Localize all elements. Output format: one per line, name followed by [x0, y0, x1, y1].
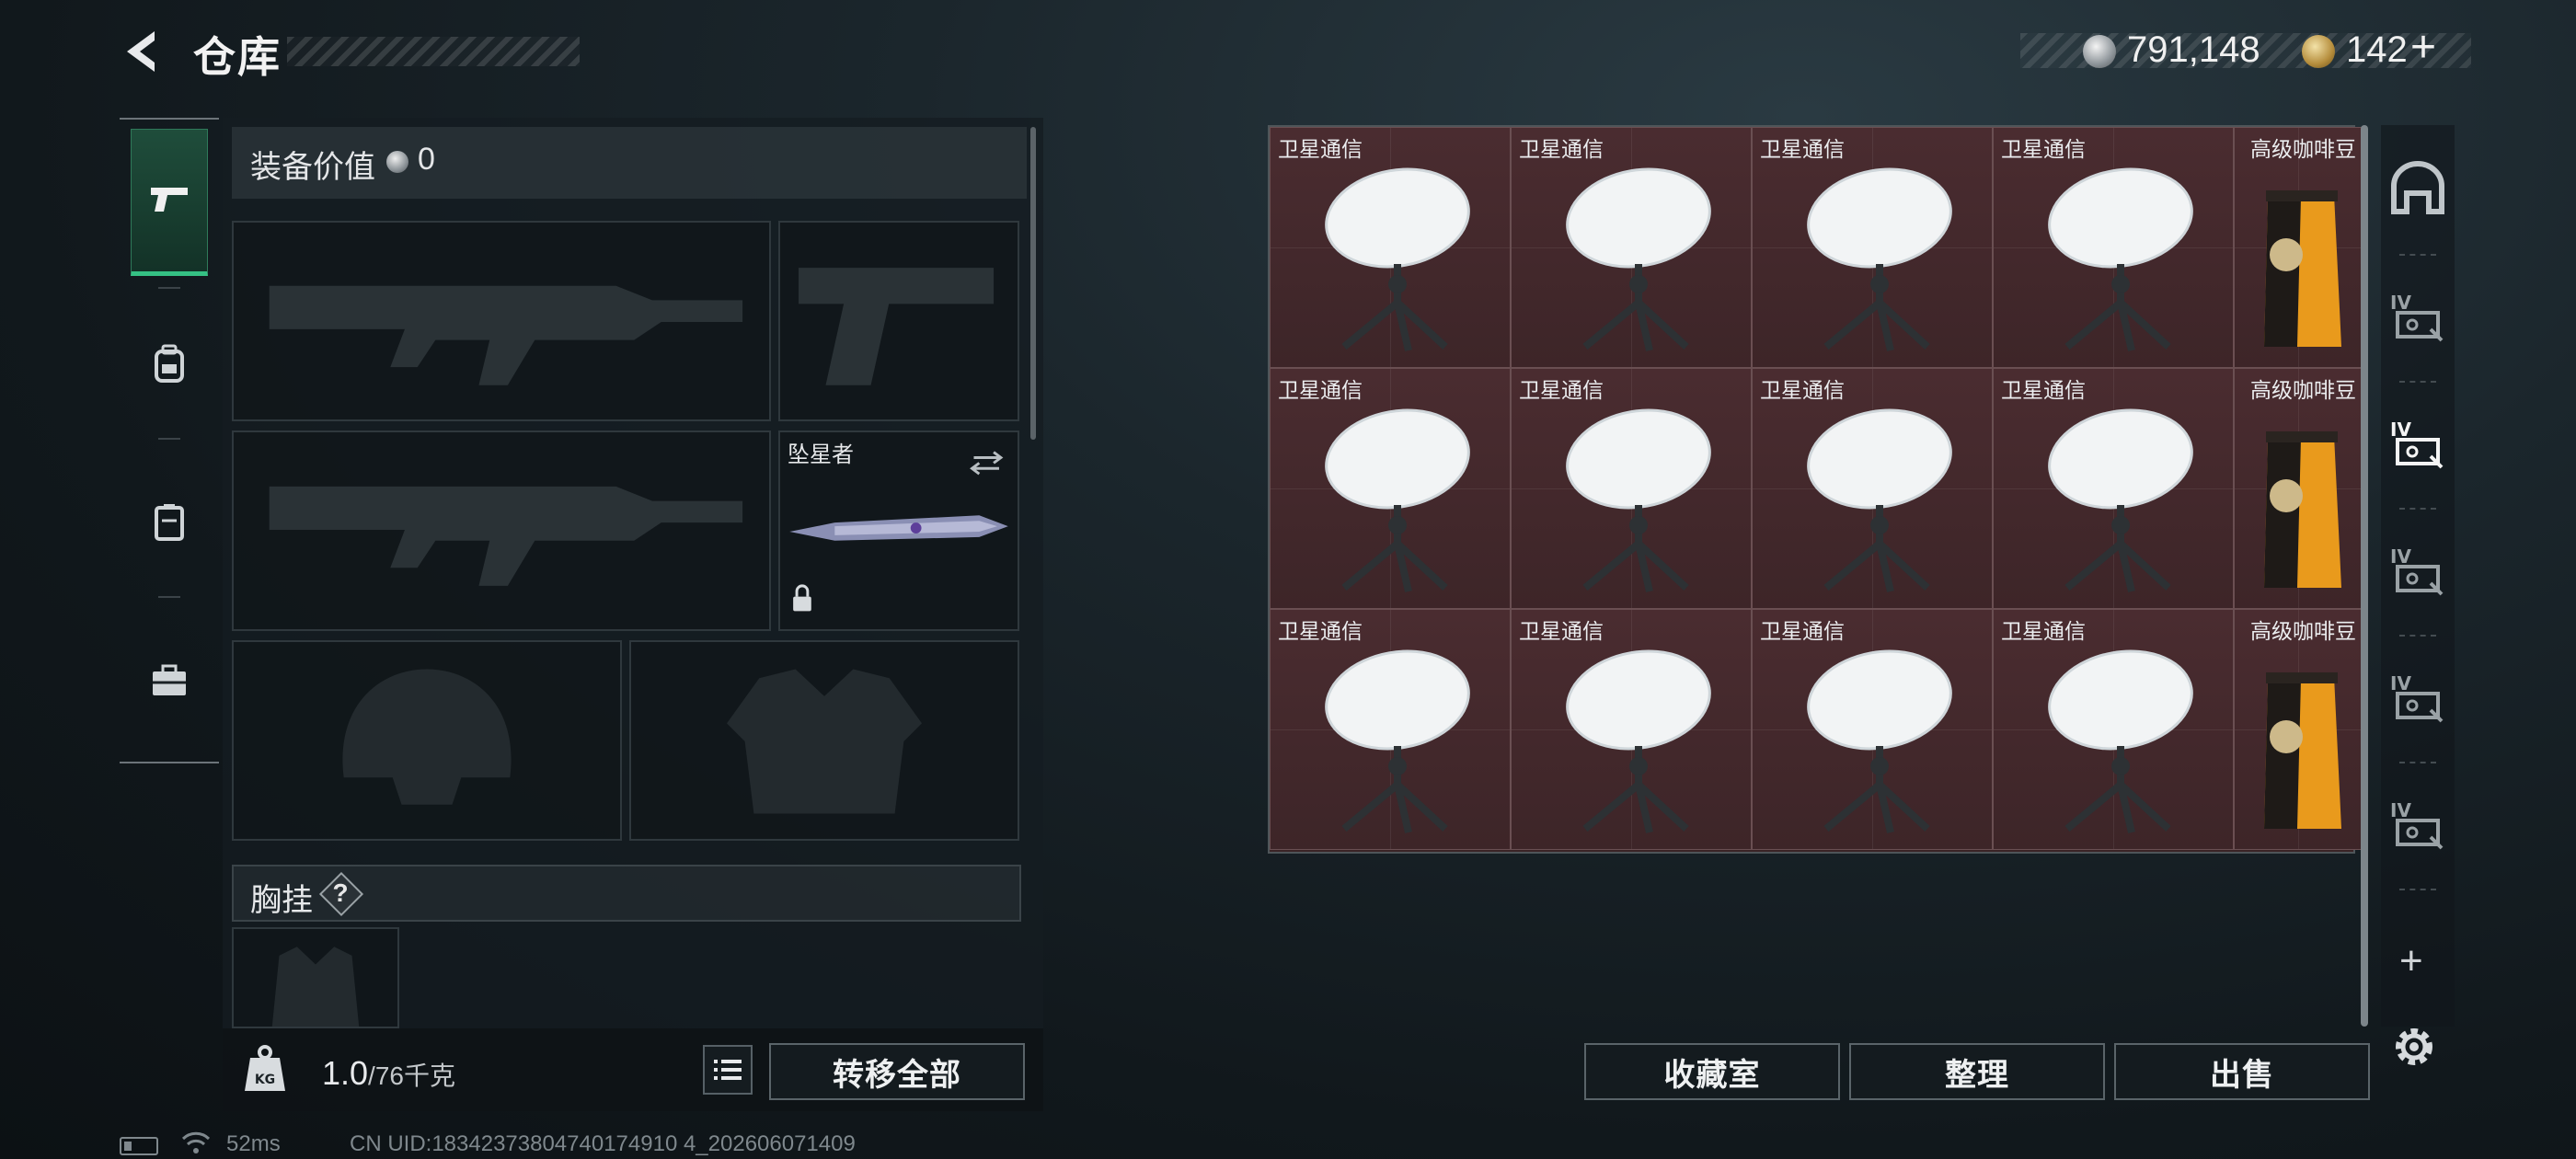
stash-item-satellite-comm[interactable]: 卫星通信	[1752, 368, 1993, 609]
svg-text:IV: IV	[2390, 545, 2411, 568]
title-decoration	[287, 37, 580, 66]
coffee-bag-icon	[2264, 431, 2341, 588]
user-uid: CN UID:18342373804740174910 4_2026060714…	[350, 1131, 856, 1156]
stash-item-satellite-comm[interactable]: 卫星通信	[1752, 127, 1993, 368]
silver-currency-amount: 791,148	[2127, 29, 2260, 70]
help-icon[interactable]: ?	[320, 874, 361, 912]
svg-text:IV: IV	[2390, 672, 2411, 694]
satellite-dish-icon	[1566, 649, 1711, 833]
list-view-button[interactable]	[703, 1045, 753, 1095]
stash-item-satellite-comm[interactable]: 卫星通信	[1511, 127, 1752, 368]
home-icon[interactable]	[2385, 158, 2451, 224]
pistol-silhouette-icon	[799, 268, 995, 385]
satellite-dish-icon	[1807, 167, 1952, 351]
gold-currency-amount: 142	[2346, 29, 2408, 70]
satellite-dish-icon	[2048, 649, 2193, 833]
equipment-scrollbar[interactable]	[1030, 127, 1036, 440]
stash-scrollbar[interactable]	[2361, 125, 2368, 1027]
stash-tier-iv-icon[interactable]: IV	[2385, 412, 2451, 478]
toolbox-icon	[153, 664, 186, 695]
stash-item-satellite-comm[interactable]: 卫星通信	[1993, 127, 2234, 368]
svg-text:IV: IV	[2390, 419, 2411, 441]
wifi-icon	[181, 1131, 211, 1153]
weight-kg-icon: KG	[245, 1045, 285, 1091]
stash-tier-iv-icon[interactable]: IV	[2385, 539, 2451, 605]
stash-tier-iv-icon[interactable]: IV	[2385, 285, 2451, 351]
back-arrow-icon[interactable]	[118, 26, 169, 77]
stash-item-satellite-comm[interactable]: 卫星通信	[1270, 127, 1511, 368]
svg-text:IV: IV	[2390, 292, 2411, 314]
case-icon	[155, 504, 184, 541]
tab-toolbox[interactable]	[131, 607, 208, 754]
stash-item-premium-coffee[interactable]: 高级咖啡豆	[2234, 127, 2363, 368]
tab-backpack[interactable]	[131, 291, 208, 438]
stash-item-satellite-comm[interactable]: 卫星通信	[1270, 609, 1511, 850]
carry-weight: 1.0/76千克	[322, 1054, 455, 1092]
equipment-category-tabs	[120, 118, 219, 763]
primary-weapon-slot[interactable]	[232, 221, 771, 421]
satellite-dish-icon	[2048, 167, 2193, 351]
collection-room-button[interactable]: 收藏室	[1584, 1043, 1840, 1100]
battery-icon	[120, 1137, 158, 1155]
silver-coin-icon	[2083, 35, 2116, 68]
gold-coin-icon	[2302, 35, 2335, 68]
coffee-bag-icon	[2264, 672, 2341, 829]
armor-slot[interactable]	[629, 640, 1019, 841]
ping-latency: 52ms	[226, 1131, 281, 1156]
melee-weapon-slot[interactable]: 坠星者	[778, 430, 1019, 631]
add-stash-page-button[interactable]: +	[2399, 938, 2423, 984]
secondary-weapon-slot[interactable]	[778, 221, 1019, 421]
sort-button[interactable]: 整理	[1849, 1043, 2105, 1100]
stash-item-satellite-comm[interactable]: 卫星通信	[1511, 609, 1752, 850]
add-gold-button[interactable]: +	[2410, 22, 2436, 73]
chest-rig-slot[interactable]	[232, 927, 399, 1028]
tab-container[interactable]	[131, 449, 208, 596]
stash-tier-iv-icon[interactable]: IV	[2385, 666, 2451, 732]
sell-button[interactable]: 出售	[2114, 1043, 2370, 1100]
transfer-all-button[interactable]: 转移全部	[769, 1043, 1025, 1100]
satellite-dish-icon	[1566, 167, 1711, 351]
stash-item-satellite-comm[interactable]: 卫星通信	[1511, 368, 1752, 609]
satellite-dish-icon	[1325, 649, 1470, 833]
stash-item-premium-coffee[interactable]: 高级咖啡豆	[2234, 368, 2363, 609]
stash-item-premium-coffee[interactable]: 高级咖啡豆	[2234, 609, 2363, 850]
rifle-silhouette-icon	[269, 285, 743, 385]
gear-icon[interactable]	[2388, 1021, 2440, 1073]
silver-coin-icon	[386, 151, 408, 173]
helmet-slot[interactable]	[232, 640, 622, 841]
rifle-silhouette-icon	[269, 486, 743, 586]
satellite-dish-icon	[1807, 408, 1952, 592]
satellite-dish-icon	[1325, 408, 1470, 592]
satellite-dish-icon	[2048, 408, 2193, 592]
stash-tier-iv-icon[interactable]: IV	[2385, 793, 2451, 859]
equipment-value-amount: 0	[418, 142, 435, 177]
chest-rig-label: 胸挂	[250, 883, 313, 918]
tab-weapons[interactable]	[131, 129, 208, 276]
list-icon	[714, 1060, 742, 1080]
melee-knife-icon	[789, 451, 1008, 612]
satellite-dish-icon	[1325, 167, 1470, 351]
satellite-dish-icon	[1807, 649, 1952, 833]
backpack-icon	[155, 344, 184, 383]
svg-text:IV: IV	[2390, 799, 2411, 821]
equipment-value-label: 装备价值	[250, 150, 375, 185]
primary-weapon-2-slot[interactable]	[232, 430, 771, 631]
svg-text:KG: KG	[255, 1073, 275, 1087]
pistol-icon	[151, 188, 188, 212]
satellite-dish-icon	[1566, 408, 1711, 592]
stash-item-satellite-comm[interactable]: 卫星通信	[1270, 368, 1511, 609]
stash-item-satellite-comm[interactable]: 卫星通信	[1993, 609, 2234, 850]
coffee-bag-icon	[2264, 190, 2341, 347]
chest-rig-silhouette-icon	[271, 947, 360, 1027]
armor-vest-silhouette-icon	[726, 669, 923, 814]
helmet-silhouette-icon	[342, 669, 512, 805]
page-title: 仓库	[193, 33, 282, 81]
stash-grid: 卫星通信 卫星通信 卫星通信 卫星通信 高级咖啡豆 卫星通信 卫星通信 卫星通信…	[1268, 125, 2363, 854]
stash-item-satellite-comm[interactable]: 卫星通信	[1993, 368, 2234, 609]
stash-item-satellite-comm[interactable]: 卫星通信	[1752, 609, 1993, 850]
